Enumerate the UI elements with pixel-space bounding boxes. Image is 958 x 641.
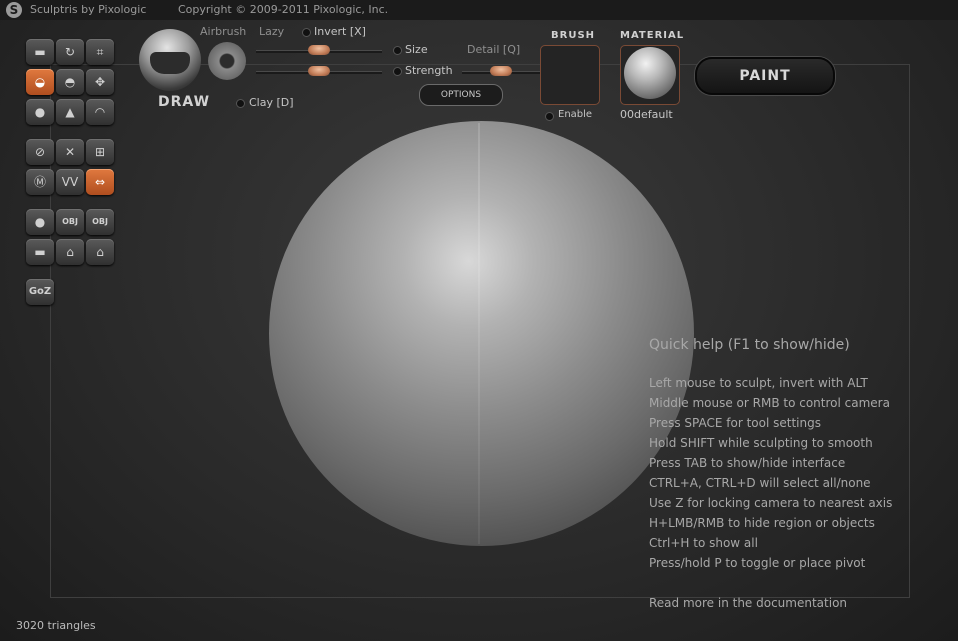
- help-line: Hold SHIFT while sculpting to smooth: [649, 436, 873, 450]
- tool-crop-icon[interactable]: ▬: [26, 39, 54, 65]
- invert-label: Invert [X]: [314, 25, 366, 38]
- help-line: Use Z for locking camera to nearest axis: [649, 496, 893, 510]
- draw-label: DRAW: [158, 94, 211, 110]
- help-line: CTRL+A, CTRL+D will select all/none: [649, 476, 871, 490]
- help-line: Press/hold P to toggle or place pivot: [649, 556, 866, 570]
- tool-scale-frame-icon[interactable]: ⌗: [86, 39, 114, 65]
- strength-label: Strength: [405, 64, 453, 77]
- quick-help-title: Quick help (F1 to show/hide): [649, 337, 850, 353]
- enable-radio[interactable]: [545, 112, 554, 121]
- paint-button[interactable]: PAINT: [695, 57, 835, 95]
- tool-export-obj-icon[interactable]: OBJ: [86, 209, 114, 235]
- detail-label: Detail [Q]: [467, 43, 521, 56]
- tool-sphere-icon[interactable]: ●: [26, 209, 54, 235]
- help-line: H+LMB/RMB to hide region or objects: [649, 516, 875, 530]
- tool-mask-icon[interactable]: Ⓜ: [26, 169, 54, 195]
- tool-inflate-icon[interactable]: ▲: [56, 99, 84, 125]
- sculpt-sphere[interactable]: [269, 121, 694, 546]
- material-name: 00default: [620, 108, 673, 121]
- material-header: MATERIAL: [620, 30, 685, 41]
- triangle-count: 3020 triangles: [16, 619, 96, 632]
- material-preview-icon[interactable]: [624, 47, 676, 99]
- tool-mirror-icon[interactable]: ⇔: [86, 169, 114, 195]
- help-line: Middle mouse or RMB to control camera: [649, 396, 890, 410]
- tool-symmetry-icon[interactable]: ⊘: [26, 139, 54, 165]
- sphere-seam: [478, 123, 480, 544]
- detail-slider-knob[interactable]: [490, 66, 512, 76]
- brush-header: BRUSH: [551, 30, 596, 41]
- strength-slider-knob[interactable]: [308, 66, 330, 76]
- airbrush-label: Airbrush: [200, 25, 247, 38]
- documentation-link[interactable]: Read more in the documentation: [649, 596, 847, 610]
- app-title: Sculptris by Pixologic: [30, 3, 147, 16]
- tool-save-icon[interactable]: ⌂: [56, 239, 84, 265]
- tool-flatten-icon[interactable]: ◓: [56, 69, 84, 95]
- help-line: Press SPACE for tool settings: [649, 416, 821, 430]
- size-slider-knob[interactable]: [308, 45, 330, 55]
- tool-wireframe-icon[interactable]: ✕: [56, 139, 84, 165]
- tool-import-obj-icon[interactable]: OBJ: [56, 209, 84, 235]
- copyright-text: Copyright © 2009-2011 Pixologic, Inc.: [178, 3, 389, 16]
- help-line: Left mouse to sculpt, invert with ALT: [649, 376, 868, 390]
- help-line: Ctrl+H to show all: [649, 536, 758, 550]
- tool-plane-icon[interactable]: ▬: [26, 239, 54, 265]
- airbrush-toggle[interactable]: [208, 42, 246, 80]
- tool-save-as-icon[interactable]: ⌂: [86, 239, 114, 265]
- tool-smooth-icon[interactable]: ◠: [86, 99, 114, 125]
- lazy-label: Lazy: [259, 25, 285, 38]
- size-radio[interactable]: [393, 46, 402, 55]
- sculptris-logo-icon: S: [6, 2, 22, 18]
- tool-draw-icon[interactable]: ◒: [26, 69, 54, 95]
- strength-radio[interactable]: [393, 67, 402, 76]
- clay-radio[interactable]: [236, 99, 245, 108]
- size-label: Size: [405, 43, 428, 56]
- clay-label: Clay [D]: [249, 96, 294, 109]
- tool-pinch-icon[interactable]: VV: [56, 169, 84, 195]
- tool-grid-icon[interactable]: ⊞: [86, 139, 114, 165]
- tool-move-icon[interactable]: ✥: [86, 69, 114, 95]
- tool-grab-icon[interactable]: ●: [26, 99, 54, 125]
- help-line: Press TAB to show/hide interface: [649, 456, 846, 470]
- enable-label: Enable: [558, 109, 593, 120]
- invert-radio[interactable]: [302, 28, 311, 37]
- goz-button[interactable]: GoZ: [26, 279, 54, 305]
- tool-rotate-icon[interactable]: ↻: [56, 39, 84, 65]
- options-button[interactable]: OPTIONS: [419, 84, 503, 106]
- brush-slot[interactable]: [540, 45, 600, 105]
- draw-brush-notch: [150, 52, 190, 74]
